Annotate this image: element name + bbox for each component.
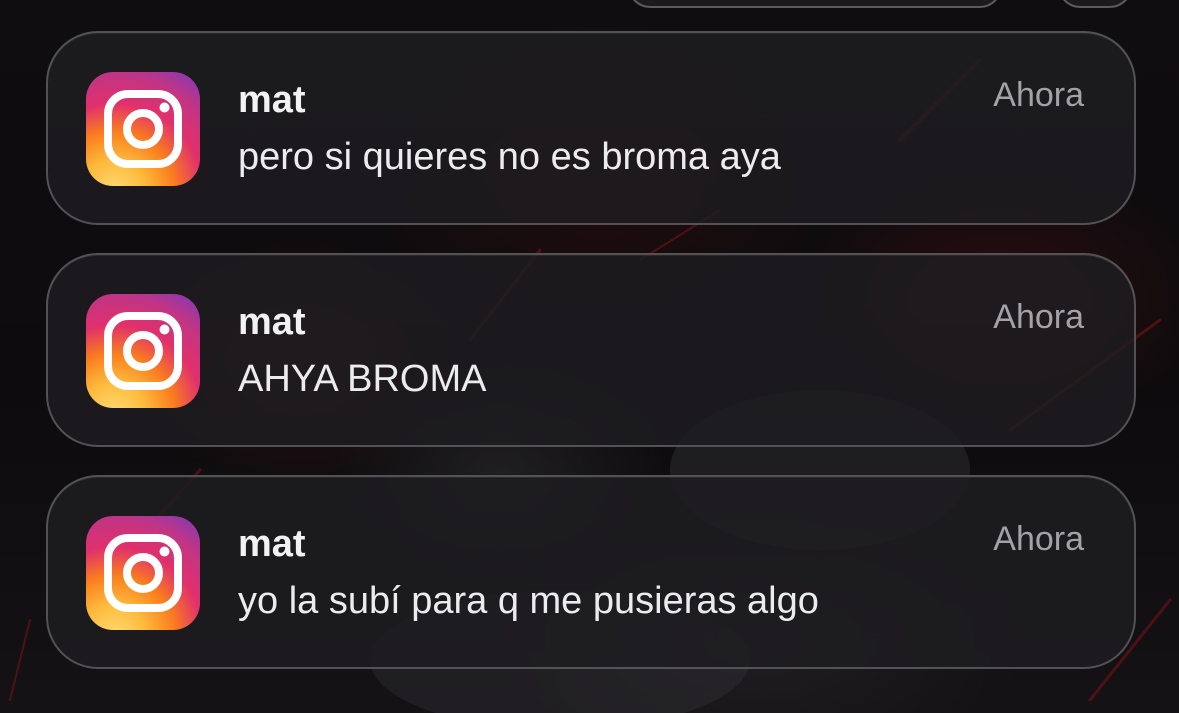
notification-sender: mat <box>238 79 306 121</box>
notification-sender: mat <box>238 301 306 343</box>
notification-time: Ahora <box>993 520 1084 558</box>
notification-card[interactable]: mat yo la subí para q me pusieras algo A… <box>46 475 1136 669</box>
notification-card[interactable]: mat AHYA BROMA Ahora <box>46 253 1136 447</box>
notification-message: AHYA BROMA <box>238 358 487 400</box>
instagram-icon <box>86 72 200 186</box>
notification-time: Ahora <box>993 298 1084 336</box>
instagram-icon <box>86 516 200 630</box>
notification-card[interactable]: mat pero si quieres no es broma aya Ahor… <box>46 31 1136 225</box>
notification-message: yo la subí para q me pusieras algo <box>238 580 819 622</box>
notification-sender: mat <box>238 523 306 565</box>
instagram-icon <box>86 294 200 408</box>
notification-message: pero si quieres no es broma aya <box>238 136 781 178</box>
previous-notification-edge[interactable] <box>628 0 1002 8</box>
notification-time: Ahora <box>993 76 1084 114</box>
